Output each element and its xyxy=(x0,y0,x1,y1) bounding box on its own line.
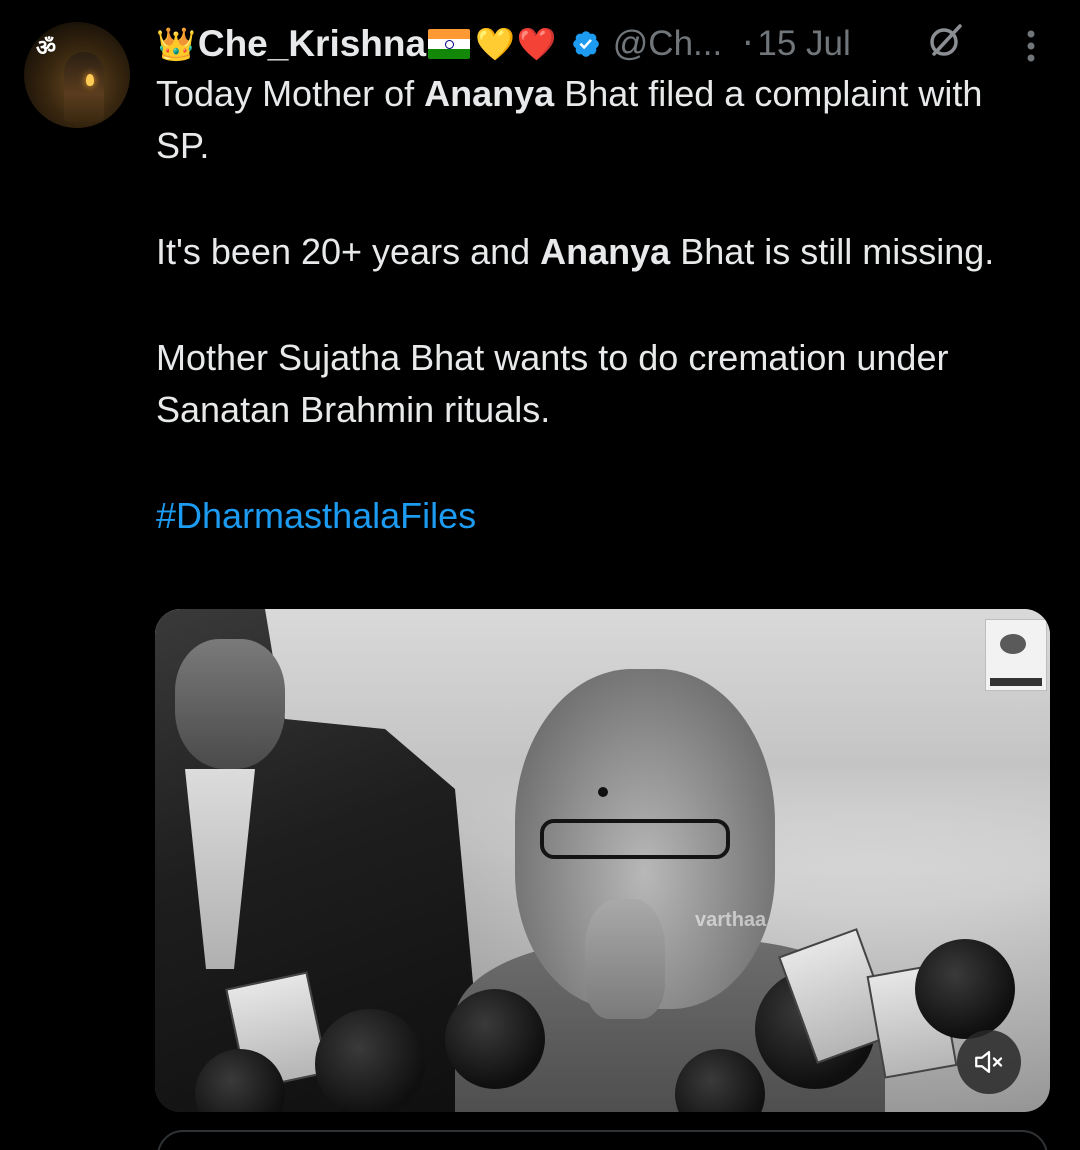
video-man-face xyxy=(175,639,285,769)
grok-icon[interactable] xyxy=(926,20,966,60)
crown-emoji: 👑 xyxy=(156,25,196,63)
tweet-text: Today Mother of Ananya Bhat filed a comp… xyxy=(156,68,1036,542)
video-woman-hands xyxy=(585,899,665,1019)
red-heart-emoji: ❤️ xyxy=(516,25,557,63)
avatar-flame xyxy=(86,74,94,86)
mute-button[interactable] xyxy=(957,1030,1021,1094)
video-microphone xyxy=(315,1009,425,1112)
tweet-paragraph-1: Today Mother of Ananya Bhat filed a comp… xyxy=(156,73,983,166)
video-woman-bindi xyxy=(598,787,608,797)
author-name[interactable]: Che_Krishna xyxy=(198,23,426,65)
avatar-figure xyxy=(64,52,104,122)
hashtag-link[interactable]: #DharmasthalaFiles xyxy=(156,495,476,536)
volume-muted-icon xyxy=(975,1050,1003,1074)
embedded-card[interactable] xyxy=(157,1130,1048,1150)
tweet-paragraph-3: Mother Sujatha Bhat wants to do crematio… xyxy=(156,337,949,430)
video-player[interactable]: varthaa xyxy=(155,609,1050,1112)
om-avatar-icon: ॐ xyxy=(36,36,57,61)
tweet[interactable]: ॐ 👑 Che_Krishna 💛 ❤️ @Ch... · 15 Jul Tod… xyxy=(0,0,1080,1150)
video-watermark: varthaa xyxy=(695,909,767,931)
video-woman-glasses xyxy=(540,819,730,859)
verified-badge-icon[interactable] xyxy=(571,29,601,59)
video-channel-logo xyxy=(985,619,1047,691)
video-microphone xyxy=(445,989,545,1089)
india-flag-emoji xyxy=(428,29,471,59)
separator-dot: · xyxy=(742,24,754,64)
yellow-heart-emoji: 💛 xyxy=(475,25,515,63)
video-microphone xyxy=(915,939,1015,1039)
tweet-header: 👑 Che_Krishna 💛 ❤️ @Ch... · 15 Jul xyxy=(156,20,851,68)
avatar[interactable]: ॐ xyxy=(24,22,130,128)
author-handle[interactable]: @Ch... xyxy=(613,24,722,64)
more-options-icon[interactable] xyxy=(1016,26,1046,66)
tweet-date[interactable]: 15 Jul xyxy=(757,24,850,64)
tweet-paragraph-2: It's been 20+ years and Ananya Bhat is s… xyxy=(156,231,995,272)
